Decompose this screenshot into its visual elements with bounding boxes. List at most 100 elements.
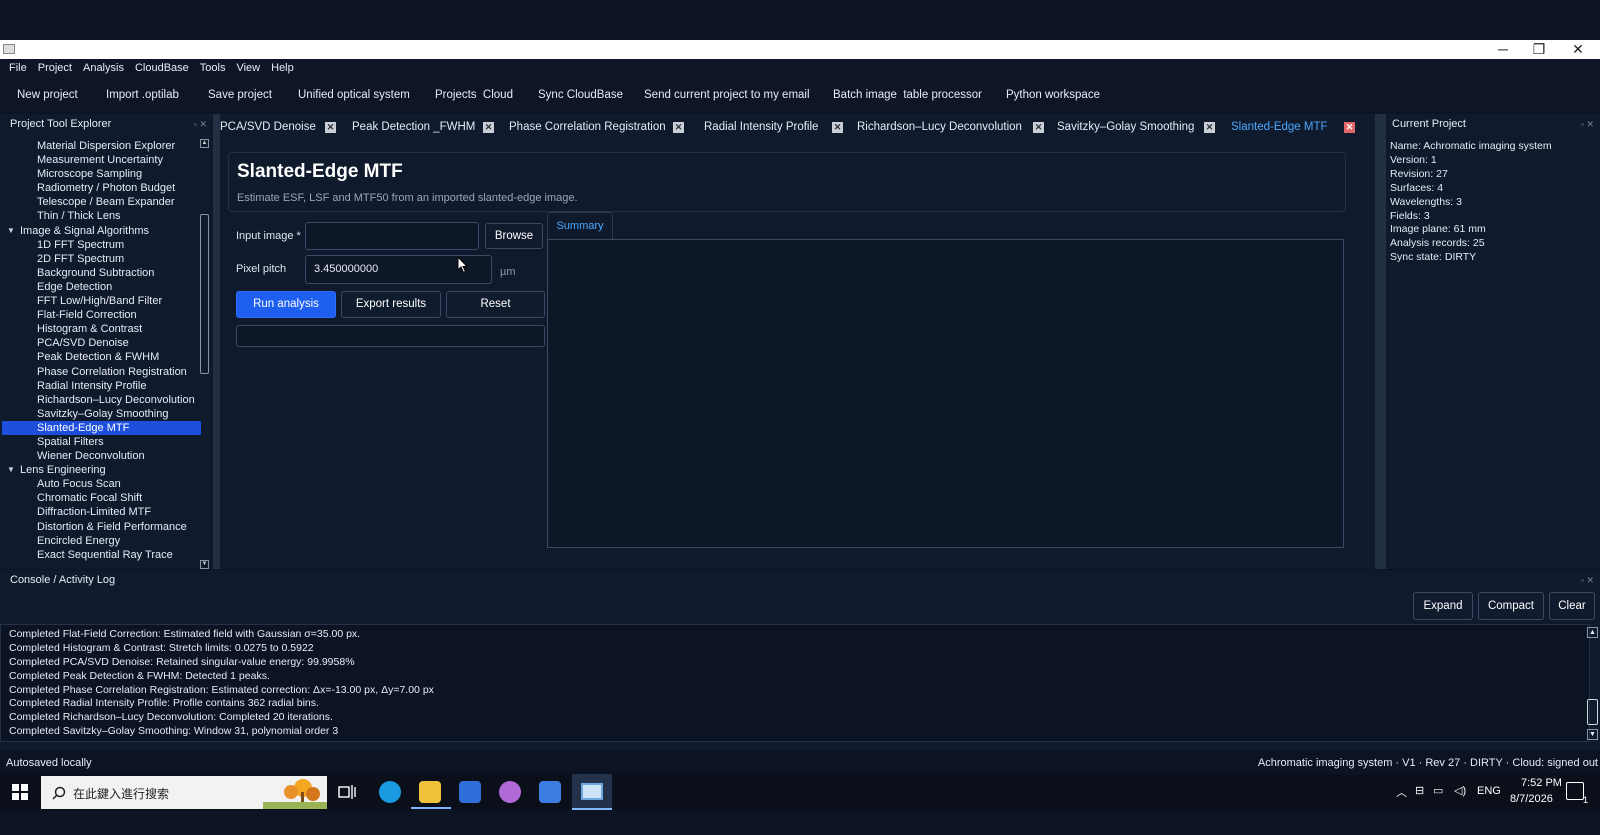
window-titlebar[interactable]: ─ ❐ ✕ — [0, 40, 1600, 59]
maximize-icon[interactable]: ❐ — [1521, 40, 1557, 59]
tree-item[interactable]: Material Dispersion Explorer — [2, 139, 201, 153]
clock-date[interactable]: 8/7/2026 — [1510, 793, 1553, 805]
close-icon[interactable]: ✕ — [1560, 40, 1596, 59]
tab-peak-detection[interactable]: Peak Detection _FWHM ✕ — [352, 114, 502, 141]
tab-savitzky-golay[interactable]: Savitzky–Golay Smoothing ✕ — [1057, 114, 1225, 141]
tree-item[interactable]: Richardson–Lucy Deconvolution — [2, 393, 201, 407]
close-tab-icon[interactable]: ✕ — [1204, 122, 1215, 133]
tree-category[interactable]: ▼ Lens Engineering — [2, 463, 201, 477]
panel-float-close-icons[interactable]: ▫ ✕ — [194, 114, 207, 134]
windows-start-icon[interactable] — [12, 784, 28, 800]
sync-cloudbase-button[interactable]: Sync CloudBase — [538, 89, 623, 101]
python-workspace-button[interactable]: Python workspace — [1006, 89, 1100, 101]
menu-cloudbase[interactable]: CloudBase — [126, 59, 189, 79]
tree-item[interactable]: Wiener Deconvolution — [2, 449, 201, 463]
scroll-up-icon[interactable]: ▲ — [1587, 627, 1598, 638]
tab-richardson-lucy[interactable]: Richardson–Lucy Deconvolution ✕ — [857, 114, 1047, 141]
tray-overflow-icon[interactable]: ︿ — [1396, 784, 1407, 800]
input-image-field[interactable] — [305, 222, 479, 250]
tree-item[interactable]: FFT Low/High/Band Filter — [2, 294, 201, 308]
notification-icon[interactable]: 1 — [1566, 782, 1588, 805]
save-project-button[interactable]: Save project — [208, 89, 272, 101]
minimize-icon[interactable]: ─ — [1485, 40, 1521, 59]
tree-item[interactable]: Radial Intensity Profile — [2, 379, 201, 393]
tab-radial-intensity[interactable]: Radial Intensity Profile ✕ — [704, 114, 854, 141]
edge-browser-icon[interactable] — [379, 781, 401, 803]
tree-item[interactable]: Chromatic Focal Shift — [2, 491, 201, 505]
taskbar-search[interactable]: 在此鍵入進行搜索 — [41, 776, 327, 809]
tree-item[interactable]: Thin / Thick Lens — [2, 209, 201, 223]
menu-tools[interactable]: Tools — [191, 59, 226, 79]
scroll-up-icon[interactable]: ▲ — [200, 139, 209, 148]
close-tab-icon[interactable]: ✕ — [325, 122, 336, 133]
compact-button[interactable]: Compact — [1478, 592, 1544, 620]
tab-phase-correlation[interactable]: Phase Correlation Registration ✕ — [509, 114, 689, 141]
close-tab-icon[interactable]: ✕ — [673, 122, 684, 133]
tab-summary[interactable]: Summary — [547, 212, 613, 239]
tree-item[interactable]: Edge Detection — [2, 280, 201, 294]
tree-item[interactable]: Microscope Sampling — [2, 167, 201, 181]
close-tab-icon[interactable]: ✕ — [483, 122, 494, 133]
menu-file[interactable]: File — [0, 59, 27, 79]
new-project-button[interactable]: New project — [17, 89, 78, 101]
scroll-thumb[interactable] — [200, 214, 209, 374]
scroll-down-icon[interactable]: ▼ — [1587, 729, 1598, 740]
browse-button[interactable]: Browse — [485, 223, 543, 249]
close-tab-icon[interactable]: ✕ — [832, 122, 843, 133]
network-icon[interactable]: ⊟ — [1415, 784, 1424, 797]
store-icon[interactable] — [539, 781, 561, 803]
tab-slanted-edge-mtf[interactable]: Slanted-Edge MTF ✕ — [1231, 114, 1361, 141]
outlook-icon[interactable] — [459, 781, 481, 803]
app-cat-icon[interactable] — [499, 781, 521, 803]
tree-item[interactable]: 2D FFT Spectrum — [2, 252, 201, 266]
tree-item[interactable]: Histogram & Contrast — [2, 322, 201, 336]
tree-item[interactable]: Distortion & Field Performance — [2, 520, 201, 534]
tree-item[interactable]: PCA/SVD Denoise — [2, 336, 201, 350]
close-tab-icon[interactable]: ✕ — [1344, 122, 1355, 133]
import-optilab-button[interactable]: Import .optilab — [106, 89, 179, 101]
reset-button[interactable]: Reset — [446, 291, 545, 318]
right-splitter[interactable] — [1375, 114, 1386, 569]
tree-item[interactable]: Measurement Uncertainty — [2, 153, 201, 167]
tree-item[interactable]: Savitzky–Golay Smoothing — [2, 407, 201, 421]
panel-float-close-icons[interactable]: ▫ ✕ — [1581, 114, 1594, 134]
tree-item[interactable]: Encircled Energy — [2, 534, 201, 548]
tree-item[interactable]: 1D FFT Spectrum — [2, 238, 201, 252]
tab-pca-svd-denoise[interactable]: PCA/SVD Denoise ✕ — [220, 114, 345, 141]
language-indicator[interactable]: ENG — [1477, 785, 1501, 797]
tree-category[interactable]: ▼ Image & Signal Algorithms — [2, 224, 201, 238]
menu-project[interactable]: Project — [29, 59, 72, 79]
send-email-button[interactable]: Send current project to my email — [644, 89, 810, 101]
tree-item[interactable]: Diffraction-Limited MTF — [2, 505, 201, 519]
active-app-tile[interactable] — [572, 774, 612, 810]
tree-item[interactable]: Background Subtraction — [2, 266, 201, 280]
expand-button[interactable]: Expand — [1413, 592, 1473, 620]
menu-help[interactable]: Help — [262, 59, 294, 79]
display-icon[interactable]: ▭ — [1433, 784, 1443, 797]
batch-processor-button[interactable]: Batch image table processor — [833, 89, 982, 101]
left-splitter[interactable] — [213, 114, 220, 569]
tree-item[interactable]: Radiometry / Photon Budget — [2, 181, 201, 195]
scroll-thumb[interactable] — [1587, 699, 1598, 725]
tree-item[interactable]: Flat-Field Correction — [2, 308, 201, 322]
tree-item[interactable]: Telescope / Beam Expander — [2, 195, 201, 209]
tree-item[interactable]: Peak Detection & FWHM — [2, 350, 201, 364]
export-results-button[interactable]: Export results — [341, 291, 441, 318]
tree-scrollbar[interactable]: ▲ ▼ — [200, 139, 209, 569]
projects-cloud-button[interactable]: Projects Cloud — [435, 89, 513, 101]
clock-time[interactable]: 7:52 PM — [1521, 777, 1562, 789]
panel-float-close-icons[interactable]: ▫ ✕ — [1581, 570, 1594, 590]
file-explorer-icon[interactable] — [419, 781, 441, 803]
menu-analysis[interactable]: Analysis — [74, 59, 124, 79]
run-analysis-button[interactable]: Run analysis — [236, 291, 336, 318]
log-scrollbar[interactable]: ▲ ▼ — [1587, 624, 1598, 742]
tree-item[interactable]: Spatial Filters — [2, 435, 201, 449]
tree-item[interactable]: Exact Sequential Ray Trace — [2, 548, 201, 562]
tree-item[interactable]: Auto Focus Scan — [2, 477, 201, 491]
clear-button[interactable]: Clear — [1549, 592, 1595, 620]
tree-item[interactable]: Phase Correlation Registration — [2, 365, 201, 379]
scroll-down-icon[interactable]: ▼ — [200, 560, 209, 569]
activity-log[interactable]: Completed Flat-Field Correction: Estimat… — [0, 624, 1590, 742]
expand-caret-icon[interactable]: ▼ — [7, 224, 15, 238]
tree-item[interactable]: Slanted-Edge MTF — [2, 420, 201, 435]
